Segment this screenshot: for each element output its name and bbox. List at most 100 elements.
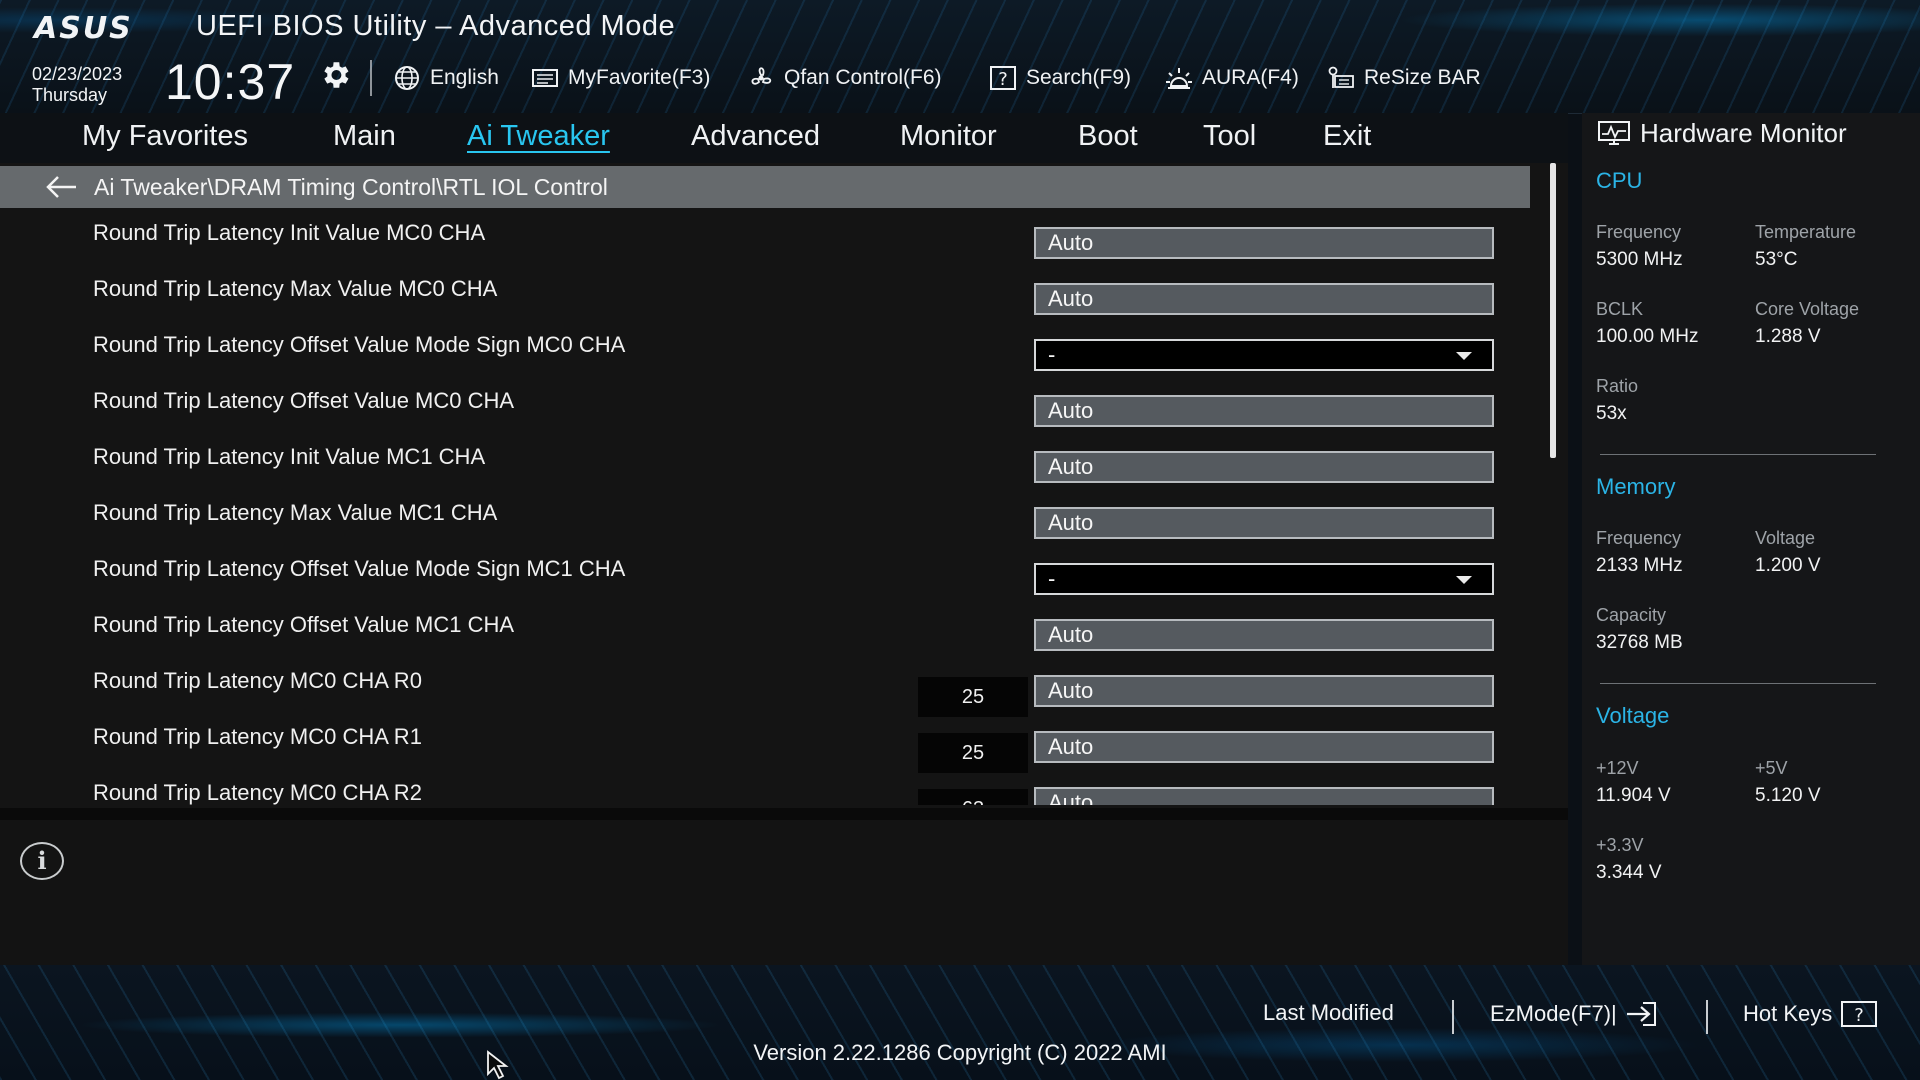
current-value-box: 25 — [918, 733, 1028, 773]
setting-label: Round Trip Latency Max Value MC0 CHA — [93, 276, 498, 301]
globe-icon — [395, 66, 419, 90]
setting-value-field[interactable]: Auto — [1034, 395, 1494, 427]
setting-label: Round Trip Latency Offset Value MC1 CHA — [93, 612, 515, 637]
setting-dropdown[interactable]: - — [1034, 339, 1494, 371]
setting-label: Round Trip Latency MC0 CHA R2 — [93, 780, 422, 805]
language-label: English — [430, 66, 499, 89]
back-arrow-icon[interactable] — [42, 173, 82, 201]
myfavorite-label: MyFavorite(F3) — [568, 66, 711, 89]
resize-bar-button[interactable]: ReSize BAR — [1326, 64, 1481, 92]
setting-value-field[interactable]: Auto — [1034, 451, 1494, 483]
memory-voltage-label: Voltage — [1755, 528, 1816, 548]
question-icon: ? — [1841, 1001, 1878, 1027]
aura-button[interactable]: AURA(F4) — [1164, 64, 1299, 92]
fan-icon — [751, 67, 772, 85]
setting-row[interactable]: Round Trip Latency Offset Value Mode Sig… — [0, 546, 1540, 602]
clock-time: 10:37 — [165, 54, 296, 110]
aura-light-icon — [1166, 68, 1192, 89]
cpu-heading: CPU — [1596, 168, 1643, 193]
bclk-value: 100.00 MHz — [1596, 326, 1699, 347]
qfan-control-label: Qfan Control(F6) — [784, 66, 942, 89]
v12-value: 11.904 V — [1596, 785, 1671, 806]
ezmode-button[interactable]: EzMode(F7)| — [1490, 1000, 1659, 1028]
hot-keys-button[interactable]: Hot Keys ? — [1743, 1000, 1878, 1028]
v5-value: 5.120 V — [1755, 785, 1821, 806]
current-value-box: 25 — [918, 677, 1028, 717]
memory-heading: Memory — [1596, 474, 1676, 499]
myfavorite-button[interactable]: MyFavorite(F3) — [530, 64, 710, 92]
tab-ai-tweaker[interactable]: Ai Tweaker — [467, 113, 610, 159]
mouse-cursor-icon — [487, 1050, 509, 1080]
voltage-heading: Voltage — [1596, 703, 1670, 728]
setting-value-field[interactable]: Auto — [1034, 731, 1494, 763]
search-label: Search(F9) — [1026, 66, 1132, 89]
setting-value-field[interactable]: Auto — [1034, 283, 1494, 315]
qfan-control-button[interactable]: Qfan Control(F6) — [746, 64, 942, 92]
setting-row[interactable]: Round Trip Latency Offset Value MC0 CHA … — [0, 378, 1540, 434]
header-separator — [370, 60, 372, 96]
tab-my-favorites[interactable]: My Favorites — [82, 113, 248, 159]
memory-capacity-value: 32768 MB — [1596, 632, 1683, 653]
breadcrumb: Ai Tweaker\DRAM Timing Control\RTL IOL C… — [0, 166, 1530, 208]
hardware-monitor-title-text: Hardware Monitor — [1640, 117, 1847, 148]
setting-row[interactable]: Round Trip Latency Max Value MC0 CHA Aut… — [0, 266, 1540, 322]
last-modified-label: Last Modified — [1263, 1000, 1394, 1025]
settings-list: Round Trip Latency Init Value MC0 CHA Au… — [0, 210, 1540, 805]
chevron-down-icon — [1456, 352, 1472, 360]
hot-keys-label: Hot Keys — [1743, 1001, 1833, 1026]
info-icon: i — [20, 842, 64, 880]
search-button[interactable]: ? Search(F9) — [988, 64, 1131, 92]
setting-value-field[interactable]: Auto — [1034, 227, 1494, 259]
setting-label: Round Trip Latency MC0 CHA R0 — [93, 668, 422, 693]
tab-main[interactable]: Main — [333, 113, 396, 159]
setting-label: Round Trip Latency Offset Value Mode Sig… — [93, 332, 626, 357]
language-button[interactable]: English — [392, 64, 499, 92]
setting-row[interactable]: Round Trip Latency MC0 CHA R0 25 Auto — [0, 658, 1540, 717]
exit-arrow-icon — [1626, 1002, 1656, 1026]
setting-row[interactable]: Round Trip Latency Offset Value Mode Sig… — [0, 322, 1540, 378]
setting-dropdown[interactable]: - — [1034, 563, 1494, 595]
setting-label: Round Trip Latency MC0 CHA R1 — [93, 724, 422, 749]
setting-value-field[interactable]: Auto — [1034, 675, 1494, 707]
setting-label: Round Trip Latency Init Value MC1 CHA — [93, 444, 486, 469]
last-modified-button[interactable]: Last Modified — [1263, 1000, 1394, 1026]
memory-voltage-value: 1.200 V — [1755, 555, 1821, 576]
ratio-value: 53x — [1596, 403, 1627, 424]
dropdown-selected-value: - — [1048, 342, 1056, 367]
version-text: Version 2.22.1286 Copyright (C) 2022 AMI — [753, 1040, 1167, 1065]
tab-advanced[interactable]: Advanced — [691, 113, 820, 159]
gear-icon[interactable] — [318, 58, 352, 92]
setting-value-field[interactable]: Auto — [1034, 787, 1494, 805]
hw-divider — [1600, 683, 1876, 684]
v5-label: +5V — [1755, 758, 1788, 778]
setting-row[interactable]: Round Trip Latency Offset Value MC1 CHA … — [0, 602, 1540, 658]
cpu-frequency-value: 5300 MHz — [1596, 249, 1683, 270]
day-text: Thursday — [32, 85, 108, 105]
svg-text:?: ? — [1854, 1005, 1864, 1026]
aura-label: AURA(F4) — [1202, 66, 1299, 89]
breadcrumb-path: Ai Tweaker\DRAM Timing Control\RTL IOL C… — [94, 173, 608, 200]
setting-row[interactable]: Round Trip Latency Init Value MC1 CHA Au… — [0, 434, 1540, 490]
setting-row[interactable]: Round Trip Latency Max Value MC1 CHA Aut… — [0, 490, 1540, 546]
setting-row[interactable]: Round Trip Latency Init Value MC0 CHA Au… — [0, 210, 1540, 266]
core-voltage-label: Core Voltage — [1755, 299, 1860, 319]
setting-row[interactable]: Round Trip Latency MC0 CHA R1 25 Auto — [0, 714, 1540, 773]
setting-label: Round Trip Latency Init Value MC0 CHA — [93, 220, 486, 245]
ratio-label: Ratio — [1596, 376, 1639, 396]
favorite-monitor-icon — [532, 69, 558, 87]
dropdown-selected-value: - — [1048, 566, 1056, 591]
tab-monitor[interactable]: Monitor — [900, 113, 997, 159]
setting-value-field[interactable]: Auto — [1034, 619, 1494, 651]
tab-exit[interactable]: Exit — [1323, 113, 1371, 159]
footer-separator — [1452, 1000, 1454, 1034]
memory-capacity-label: Capacity — [1596, 605, 1667, 625]
hw-divider — [1600, 454, 1876, 455]
monitor-icon — [1598, 121, 1630, 145]
tab-tool[interactable]: Tool — [1203, 113, 1256, 159]
setting-row[interactable]: Round Trip Latency MC0 CHA R2 63 Auto — [0, 770, 1540, 805]
settings-scrollbar[interactable] — [1550, 163, 1556, 458]
setting-value-field[interactable]: Auto — [1034, 507, 1494, 539]
footer-separator — [1706, 1000, 1708, 1034]
tab-boot[interactable]: Boot — [1078, 113, 1138, 159]
cpu-temperature-value: 53°C — [1755, 249, 1798, 270]
